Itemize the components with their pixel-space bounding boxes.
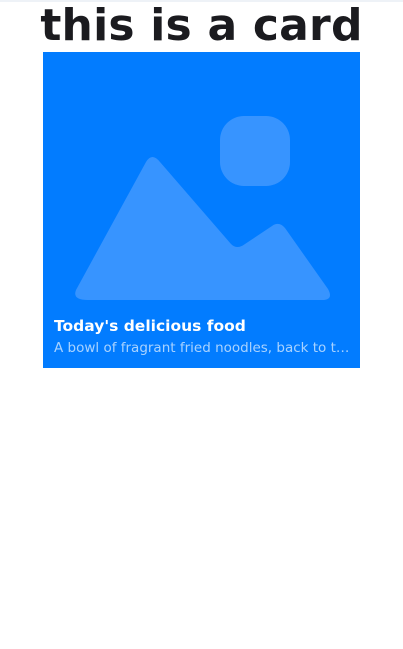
page-title: this is a card (40, 0, 363, 51)
card-text-area: Today's delicious food A bowl of fragran… (54, 316, 350, 357)
page: this is a card Today's delicious food A … (0, 0, 403, 649)
card-title: Today's delicious food (54, 317, 246, 335)
card-description: A bowl of fragrant fried noodles, back t… (54, 340, 350, 356)
food-card[interactable]: Today's delicious food A bowl of fragran… (43, 52, 360, 368)
